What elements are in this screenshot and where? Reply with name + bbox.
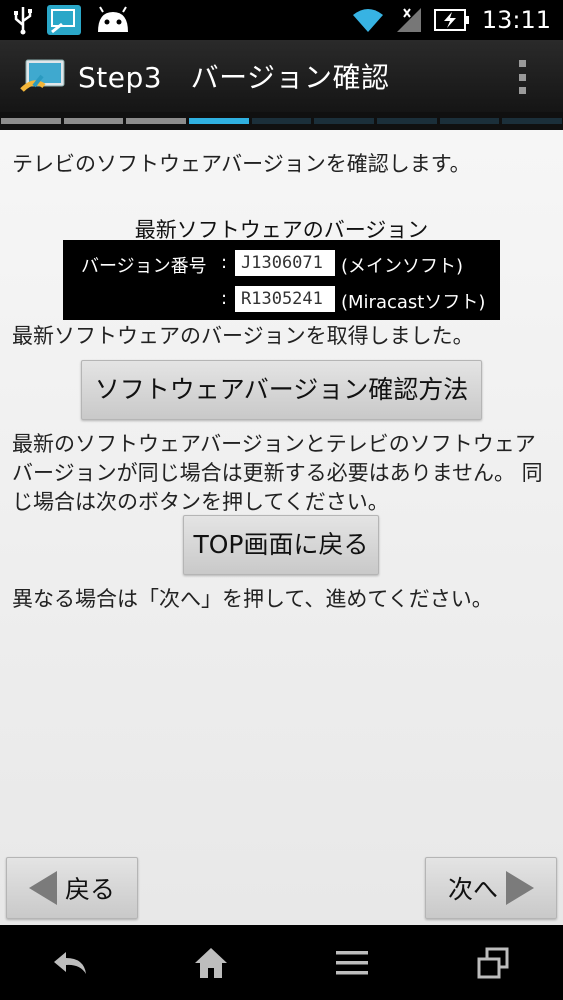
step-segment-8 [439, 118, 500, 124]
status-time: 13:11 [481, 6, 551, 34]
main-version-note: (メインソフト) [341, 256, 464, 277]
page-title: Step3 バージョン確認 [78, 61, 390, 94]
version-colon: : [221, 288, 228, 309]
content-area: テレビのソフトウェアバージョンを確認します。 最新ソフトウェアのバージョン バー… [0, 130, 563, 925]
step-segment-1 [1, 118, 61, 124]
main-version-row: バージョン番号 : J1306071 (メインソフト) [63, 250, 500, 278]
usb-icon [14, 7, 32, 35]
navigation-bar [0, 925, 563, 1000]
recent-apps-icon [477, 947, 509, 978]
version-number-label: バージョン番号 [81, 256, 207, 277]
version-colon: : [221, 252, 228, 273]
action-bar: Step3 バージョン確認 [0, 40, 563, 112]
same-version-explain: 最新のソフトウェアバージョンとテレビのソフトウェアバージョンが同じ場合は更新する… [12, 432, 543, 514]
step-segment-6 [314, 118, 375, 124]
step-segment-9 [502, 118, 563, 124]
miracast-version-note: (Miracastソフト) [341, 292, 486, 313]
next-button[interactable]: 次へ [425, 857, 557, 919]
version-info-box: バージョン番号 : J1306071 (メインソフト) : R1305241 (… [63, 240, 500, 320]
screen-mirror-icon [47, 5, 81, 35]
main-version-value: J1306071 [235, 250, 335, 276]
acquired-text: 最新ソフトウェアのバージョンを取得しました。 [12, 324, 474, 348]
back-button-label: 戻る [64, 875, 115, 904]
nav-back-button[interactable] [40, 938, 100, 988]
intro-text: テレビのソフトウェアバージョンを確認します。 [12, 152, 471, 176]
wifi-icon [352, 9, 383, 32]
nav-recent-apps-button[interactable] [463, 938, 523, 988]
step-segment-2 [63, 118, 124, 124]
miracast-version-row: : R1305241 (Miracastソフト) [63, 286, 500, 314]
status-right: 13:11 [352, 6, 551, 34]
step-segment-7 [377, 118, 437, 124]
arrow-right-icon [506, 871, 534, 905]
different-version-explain: 異なる場合は「次へ」を押して、進めてください。 [12, 587, 493, 611]
miracast-version-value: R1305241 [235, 286, 335, 312]
step-segment-4 [189, 118, 249, 124]
app-icon[interactable] [20, 56, 70, 96]
step-progress [0, 112, 563, 130]
menu-icon [335, 950, 368, 974]
back-icon [54, 951, 87, 974]
status-bar: 13:11 [0, 0, 563, 40]
android-icon [98, 6, 128, 32]
battery-charging-icon [433, 9, 469, 31]
step-segment-5 [251, 118, 312, 124]
step-segment-3 [126, 118, 187, 124]
overflow-menu-icon[interactable] [517, 60, 527, 94]
version-check-method-button[interactable]: ソフトウェアバージョン確認方法 [81, 360, 482, 420]
nav-home-button[interactable] [181, 938, 241, 988]
next-button-label: 次へ [447, 875, 498, 904]
signal-icon [396, 8, 421, 32]
home-icon [195, 947, 228, 978]
status-left [12, 4, 132, 36]
nav-menu-button[interactable] [322, 938, 382, 988]
back-to-top-button[interactable]: TOP画面に戻る [183, 515, 379, 575]
back-button[interactable]: 戻る [6, 857, 138, 919]
arrow-left-icon [28, 871, 57, 905]
